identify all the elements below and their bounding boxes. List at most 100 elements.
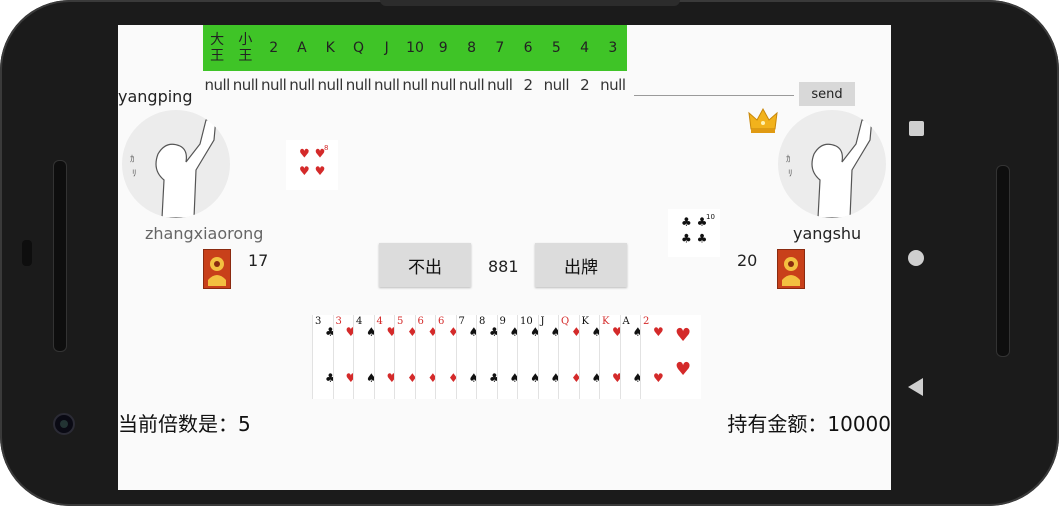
suit-pip-icon: ♥ xyxy=(653,371,664,385)
counter-rank-11: 6 xyxy=(523,40,533,56)
left-player-avatar[interactable]: ｶ ﾘ xyxy=(122,110,230,218)
card-rank: 2 xyxy=(643,316,650,327)
card-rank: J xyxy=(540,316,545,327)
card-rank: 7 xyxy=(458,316,465,327)
card-face: 10♣ ♣♣ ♣ xyxy=(681,213,715,246)
suit-pip-icon: ♥ xyxy=(315,164,326,178)
svg-text:ｶ: ｶ xyxy=(130,154,135,165)
home-icon[interactable] xyxy=(908,250,924,266)
left-card-back-icon xyxy=(203,249,231,289)
counter-remaining-14: null xyxy=(600,76,626,94)
card-rank: K xyxy=(602,316,610,327)
counter-rank-8: 9 xyxy=(438,40,448,56)
counter-remaining-12: null xyxy=(543,76,570,94)
card-rank: 5 xyxy=(397,316,404,327)
suit-pip-icon: ♥ xyxy=(299,164,310,178)
counter-rank-0: 大王 xyxy=(203,25,231,71)
card-counter-remaining: null null null null null null null null null null… xyxy=(203,74,627,96)
counter-remaining-10: null xyxy=(487,76,513,94)
silhouette-icon: ｶ ﾘ xyxy=(786,117,873,218)
counter-rank-5: Q xyxy=(352,40,364,56)
suit-pip-icon: ♣ xyxy=(697,232,708,246)
suit-pip-icon: ♣ xyxy=(697,215,708,229)
right-card-count: 20 xyxy=(737,251,758,270)
right-speaker-grille xyxy=(996,165,1010,357)
right-player-avatar[interactable]: ｶ ﾘ xyxy=(778,110,886,218)
svg-text:ﾘ: ﾘ xyxy=(132,169,137,179)
card-face: 8♥ ♥♥ ♥ xyxy=(299,144,328,178)
counter-rank-bottom: 王 xyxy=(238,48,253,64)
counter-rank-top: 大 xyxy=(210,32,225,48)
hand-card[interactable]: 2 ♥ ♥ ♥ ♥ xyxy=(640,315,701,399)
back-icon[interactable] xyxy=(908,378,923,396)
suit-pip-icon: ♣ xyxy=(681,232,692,246)
suit-pip-icon: ♥ xyxy=(299,147,310,161)
counter-rank-4: K xyxy=(325,40,335,56)
left-speaker-grille xyxy=(53,160,67,352)
pass-button[interactable]: 不出 xyxy=(379,243,471,287)
counter-remaining-9: null xyxy=(458,76,485,94)
card-rank: 6 xyxy=(417,316,424,327)
play-cards-button[interactable]: 出牌 xyxy=(535,243,627,287)
player-name-left: zhangxiaorong xyxy=(145,224,264,243)
svg-text:ｶ: ｶ xyxy=(786,154,791,165)
counter-remaining-1: null xyxy=(232,76,259,94)
front-camera-icon xyxy=(53,413,75,435)
card-rank: 6 xyxy=(438,316,445,327)
counter-rank-6: J xyxy=(384,40,389,56)
side-sensor xyxy=(22,240,32,266)
counter-rank-14: 3 xyxy=(608,40,618,56)
card-counter-bar: 大王小王 2 A K Q J 10 9 8 7 6 5 4 3 xyxy=(203,25,627,71)
top-speaker xyxy=(380,0,680,6)
suit-pip-icon: ♥ xyxy=(653,325,664,339)
left-card-count: 17 xyxy=(248,251,269,270)
right-played-card: 10 ♣ ♣ ♣ ♣ xyxy=(668,209,720,257)
left-played-card: 8 ♥ ♥ ♥ ♥ xyxy=(286,140,338,190)
chat-input[interactable] xyxy=(634,77,798,97)
counter-remaining-5: null xyxy=(345,76,372,94)
landlord-crown-icon xyxy=(748,107,778,133)
counter-remaining-7: null xyxy=(402,76,428,94)
turn-timer: 881 xyxy=(488,257,519,276)
counter-remaining-3: null xyxy=(289,76,315,94)
counter-rank-bottom: 王 xyxy=(210,48,225,64)
counter-rank-top: 小 xyxy=(238,32,253,48)
counter-rank-10: 7 xyxy=(495,40,505,56)
counter-remaining-8: null xyxy=(430,76,457,94)
card-rank: A xyxy=(622,316,630,327)
send-button[interactable]: send xyxy=(799,82,855,106)
card-rank: 3 xyxy=(315,316,322,327)
card-rank: 4 xyxy=(356,316,363,327)
balance-text: 持有金额：10000 xyxy=(727,412,891,436)
game-screen: 大王小王 2 A K Q J 10 9 8 7 6 5 4 3 null null null null null n… xyxy=(118,25,891,490)
counter-remaining-11: 2 xyxy=(523,76,534,94)
right-card-back-icon xyxy=(777,249,805,289)
counter-rank-9: 8 xyxy=(467,40,476,56)
phone-frame: 大王小王 2 A K Q J 10 9 8 7 6 5 4 3 null null null null null n… xyxy=(0,0,1059,506)
recents-icon[interactable] xyxy=(909,121,924,136)
card-rank: 8 xyxy=(479,316,486,327)
android-nav-bar xyxy=(900,100,940,420)
player-hand: 3 ♣ ♣ 3 ♥ ♥ 4 ♠ ♠ 4 ♥ ♥ 5 ♦ ♦ 6 ♦ ♦ 6 ♦ ♦ 7 ♠ ♠ 8 ♣ ♣ 9 ♠ ♠ 10 ♠ ♠ J ♠ ♠ Q ♦ ♦… xyxy=(312,315,701,399)
suit-pip-icon: ♥ xyxy=(315,147,326,161)
counter-remaining-13: 2 xyxy=(580,76,590,94)
counter-remaining-6: null xyxy=(374,76,400,94)
counter-remaining-2: null xyxy=(260,76,287,94)
counter-rank-7: 10 xyxy=(406,40,424,56)
multiplier-text: 当前倍数是：5 xyxy=(118,412,251,436)
card-rank: 3 xyxy=(335,316,342,327)
counter-rank-3: A xyxy=(297,40,307,56)
card-rank: K xyxy=(581,316,589,327)
counter-rank-12: 5 xyxy=(551,40,561,56)
counter-rank-13: 4 xyxy=(580,40,590,56)
counter-remaining-4: null xyxy=(317,76,344,94)
silhouette-icon: ｶ ﾘ xyxy=(130,117,217,218)
suit-pip-icon: ♥ xyxy=(675,325,692,346)
card-rank: 9 xyxy=(499,316,506,327)
card-rank: 4 xyxy=(376,316,383,327)
player-name-top-left: yangping xyxy=(118,87,193,106)
counter-rank-1: 小王 xyxy=(231,25,259,71)
card-rank: Q xyxy=(561,316,570,327)
counter-rank-2: 2 xyxy=(269,40,279,56)
suit-pip-icon: ♥ xyxy=(675,359,692,380)
